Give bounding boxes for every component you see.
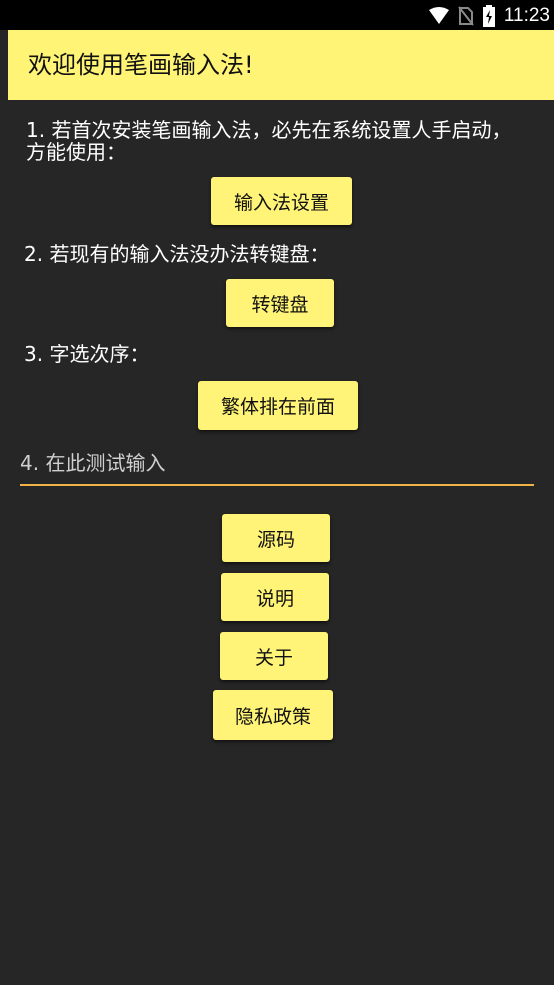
status-bar: 11:23 bbox=[0, 0, 554, 30]
help-button[interactable]: 说明 bbox=[221, 573, 329, 621]
setup-instruction-line1: 1. 若首次安装笔画输入法，必先在系统设置人手启动， bbox=[26, 118, 512, 142]
battery-charging-icon bbox=[482, 5, 496, 27]
switch-keyboard-instruction: 2. 若现有的输入法没办法转键盘： bbox=[24, 242, 330, 266]
about-button[interactable]: 关于 bbox=[220, 632, 328, 680]
char-order-label: 3. 字选次序： bbox=[24, 342, 150, 366]
page-title: 欢迎使用笔画输入法! bbox=[28, 51, 254, 79]
traditional-first-button[interactable]: 繁体排在前面 bbox=[198, 381, 358, 430]
wifi-icon bbox=[428, 7, 450, 25]
app-bar: 欢迎使用笔画输入法! bbox=[8, 30, 554, 100]
setup-instruction-line2: 方能使用： bbox=[26, 140, 126, 164]
test-input-field[interactable] bbox=[20, 446, 534, 486]
clock: 11:23 bbox=[503, 5, 550, 26]
ime-settings-button[interactable]: 输入法设置 bbox=[211, 177, 352, 225]
source-code-button[interactable]: 源码 bbox=[222, 514, 330, 562]
switch-keyboard-button[interactable]: 转键盘 bbox=[226, 279, 334, 327]
privacy-policy-button[interactable]: 隐私政策 bbox=[213, 690, 333, 740]
no-sim-icon bbox=[458, 6, 474, 26]
status-icons: 11:23 bbox=[428, 4, 550, 28]
